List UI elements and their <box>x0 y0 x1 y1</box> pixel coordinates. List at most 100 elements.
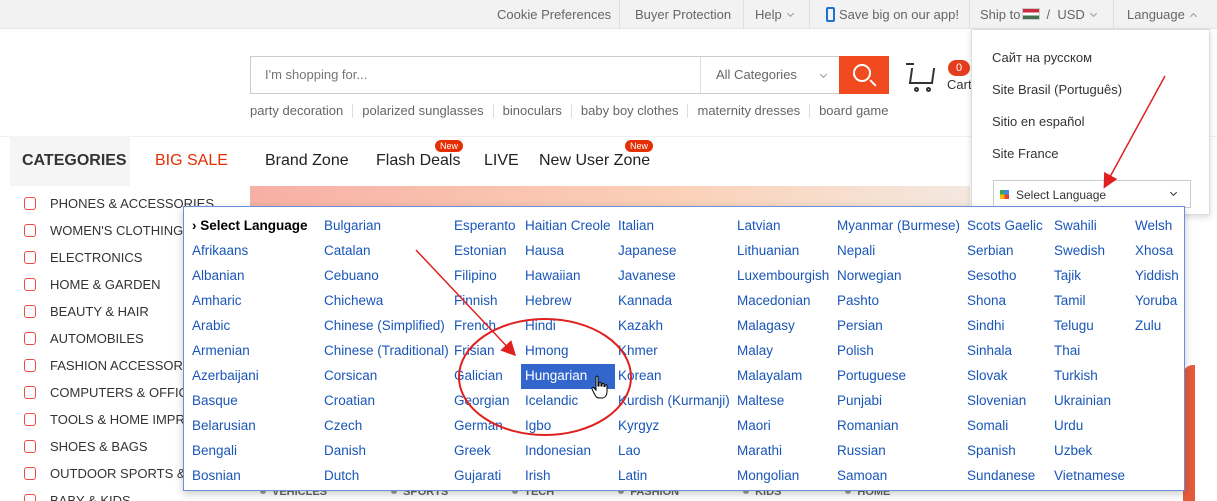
language-option[interactable]: Chichewa <box>320 289 453 314</box>
help-menu[interactable]: Help <box>755 0 794 29</box>
category-select[interactable]: All Categories <box>700 57 840 93</box>
language-option[interactable]: Uzbek <box>1050 439 1129 464</box>
language-option[interactable]: Italian <box>614 214 734 239</box>
language-option-portuguese[interactable]: Site Brasil (Português) <box>992 82 1122 97</box>
categories-heading[interactable]: CATEGORIES <box>10 136 130 186</box>
sidebar-item-shoes-bags[interactable]: SHOES & BAGS <box>10 433 148 460</box>
sidebar-item-electronics[interactable]: ELECTRONICS <box>10 244 142 271</box>
language-option[interactable]: Punjabi <box>833 389 964 414</box>
big-sale-link[interactable]: BIG SALE <box>155 136 228 186</box>
language-option[interactable]: Sundanese <box>963 464 1047 489</box>
search-input[interactable] <box>265 57 685 93</box>
sidebar-item-computers-office[interactable]: COMPUTERS & OFFICE <box>10 379 197 406</box>
language-option[interactable]: Corsican <box>320 364 453 389</box>
language-option[interactable]: Malagasy <box>733 314 833 339</box>
cart-label[interactable]: Cart <box>947 77 972 92</box>
language-option[interactable]: Pashto <box>833 289 964 314</box>
language-option[interactable]: Filipino <box>450 264 520 289</box>
language-option[interactable]: Serbian <box>963 239 1047 264</box>
language-option[interactable]: Igbo <box>521 414 615 439</box>
hot-search-link[interactable]: maternity dresses <box>687 104 809 118</box>
language-option-french[interactable]: Site France <box>992 146 1058 161</box>
language-option[interactable]: French <box>450 314 520 339</box>
language-option[interactable]: Macedonian <box>733 289 833 314</box>
language-option[interactable]: Estonian <box>450 239 520 264</box>
language-option[interactable]: Bulgarian <box>320 214 453 239</box>
buyer-protection-link[interactable]: Buyer Protection <box>635 0 731 29</box>
nav-live[interactable]: LIVE <box>484 136 519 186</box>
language-option[interactable]: Bengali <box>188 439 312 464</box>
language-option[interactable]: Lao <box>614 439 734 464</box>
language-option[interactable]: Sinhala <box>963 339 1047 364</box>
language-option[interactable]: Gujarati <box>450 464 520 489</box>
language-option[interactable]: Spanish <box>963 439 1047 464</box>
language-option[interactable]: Amharic <box>188 289 312 314</box>
language-option[interactable]: Bosnian <box>188 464 312 489</box>
hot-search-link[interactable]: party decoration <box>250 104 352 118</box>
language-option[interactable]: Sindhi <box>963 314 1047 339</box>
language-option[interactable]: Kurdish (Kurmanji) <box>614 389 734 414</box>
language-option[interactable]: Slovak <box>963 364 1047 389</box>
language-option[interactable]: Latin <box>614 464 734 489</box>
language-option[interactable]: Norwegian <box>833 264 964 289</box>
language-option[interactable]: Latvian <box>733 214 833 239</box>
language-option[interactable]: Hawaiian <box>521 264 615 289</box>
language-option[interactable]: Greek <box>450 439 520 464</box>
language-option[interactable]: Czech <box>320 414 453 439</box>
language-option[interactable]: Yoruba <box>1131 289 1183 314</box>
language-option[interactable]: Luxembourgish <box>733 264 833 289</box>
language-menu[interactable]: Language <box>1127 0 1197 29</box>
language-option[interactable]: Armenian <box>188 339 312 364</box>
language-option[interactable]: Scots Gaelic <box>963 214 1047 239</box>
language-option[interactable]: Haitian Creole <box>521 214 615 239</box>
cart-button[interactable] <box>906 60 946 100</box>
language-option[interactable]: Catalan <box>320 239 453 264</box>
language-option[interactable]: Yiddish <box>1131 264 1183 289</box>
language-option[interactable]: Telugu <box>1050 314 1129 339</box>
language-option[interactable]: Croatian <box>320 389 453 414</box>
hot-search-link[interactable]: polarized sunglasses <box>352 104 492 118</box>
language-option[interactable]: Maltese <box>733 389 833 414</box>
language-option[interactable]: Myanmar (Burmese) <box>833 214 964 239</box>
language-option[interactable]: Malayalam <box>733 364 833 389</box>
language-option[interactable]: Japanese <box>614 239 734 264</box>
language-option[interactable]: Mongolian <box>733 464 833 489</box>
language-option[interactable]: Indonesian <box>521 439 615 464</box>
language-option[interactable]: Swedish <box>1050 239 1129 264</box>
language-option[interactable]: Kazakh <box>614 314 734 339</box>
language-option[interactable]: Welsh <box>1131 214 1183 239</box>
language-option[interactable]: Belarusian <box>188 414 312 439</box>
language-option[interactable]: Polish <box>833 339 964 364</box>
language-option[interactable]: Malay <box>733 339 833 364</box>
language-option[interactable]: Georgian <box>450 389 520 414</box>
language-option[interactable]: Sesotho <box>963 264 1047 289</box>
language-option[interactable]: Hindi <box>521 314 615 339</box>
language-option[interactable]: Dutch <box>320 464 453 489</box>
sidebar-item-fashion-accessories[interactable]: FASHION ACCESSORIES <box>10 352 204 379</box>
language-option[interactable]: Tamil <box>1050 289 1129 314</box>
language-option[interactable]: Chinese (Simplified) <box>320 314 453 339</box>
language-option[interactable]: Lithuanian <box>733 239 833 264</box>
hot-search-link[interactable]: baby boy clothes <box>570 104 688 118</box>
ship-to-menu[interactable]: Ship to / USD <box>980 0 1097 29</box>
language-option[interactable]: Cebuano <box>320 264 453 289</box>
sidebar-item-womens-clothing[interactable]: WOMEN'S CLOTHING <box>10 217 183 244</box>
language-option-spanish[interactable]: Sitio en español <box>992 114 1085 129</box>
language-option[interactable]: Tajik <box>1050 264 1129 289</box>
language-option[interactable]: Irish <box>521 464 615 489</box>
cookie-preferences-link[interactable]: Cookie Preferences <box>497 0 611 29</box>
language-option[interactable]: Turkish <box>1050 364 1129 389</box>
language-option[interactable]: Kannada <box>614 289 734 314</box>
language-option[interactable]: Portuguese <box>833 364 964 389</box>
nav-brand-zone[interactable]: Brand Zone <box>265 136 349 186</box>
language-option[interactable]: Javanese <box>614 264 734 289</box>
app-promo-link[interactable]: Save big on our app! <box>826 0 959 29</box>
language-option[interactable]: Ukrainian <box>1050 389 1129 414</box>
promo-banner[interactable] <box>250 186 970 206</box>
language-option[interactable]: Slovenian <box>963 389 1047 414</box>
language-option[interactable]: Arabic <box>188 314 312 339</box>
language-option[interactable]: Samoan <box>833 464 964 489</box>
language-option[interactable]: Afrikaans <box>188 239 312 264</box>
language-option[interactable]: Zulu <box>1131 314 1183 339</box>
language-option[interactable]: Vietnamese <box>1050 464 1129 489</box>
